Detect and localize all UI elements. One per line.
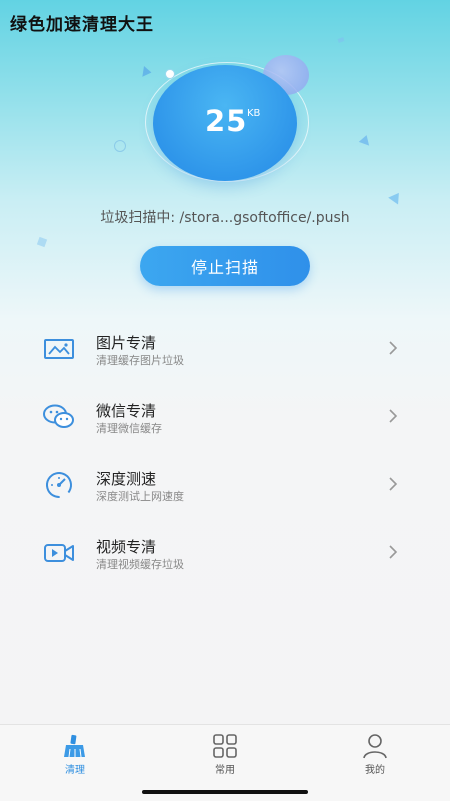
wechat-icon [43, 404, 74, 428]
feature-item-image-clean[interactable]: 图片专清 清理缓存图片垃圾 [0, 314, 450, 382]
grid-icon [213, 734, 237, 758]
feature-subtitle: 清理微信缓存 [96, 422, 162, 435]
feature-title: 微信专清 [96, 402, 157, 420]
app-title: 绿色加速清理大王 [10, 15, 154, 35]
decor-shard [337, 37, 345, 43]
chevron-right-icon [389, 341, 398, 355]
video-icon [44, 544, 74, 562]
speedometer-icon [46, 472, 72, 498]
decor-shard [138, 64, 152, 77]
junk-size-unit: KB [247, 108, 261, 119]
tab-mine[interactable]: 我的 [300, 725, 450, 785]
decor-shard [358, 133, 373, 146]
feature-subtitle: 清理缓存图片垃圾 [96, 354, 184, 367]
scan-status-text: 垃圾扫描中: /stora...gsoftoffice/.push [100, 210, 350, 226]
home-indicator [142, 790, 308, 794]
tab-common[interactable]: 常用 [150, 725, 300, 785]
chevron-right-icon [389, 409, 398, 423]
feature-subtitle: 清理视频缓存垃圾 [96, 558, 184, 571]
stop-scan-button[interactable]: 停止扫描 [140, 246, 310, 286]
user-icon [363, 734, 387, 759]
feature-title: 深度测速 [96, 470, 157, 488]
feature-title: 图片专清 [96, 334, 157, 352]
tab-label: 常用 [215, 765, 235, 776]
decor-shard [36, 236, 48, 248]
feature-item-speed-test[interactable]: 深度测速 深度测试上网速度 [0, 450, 450, 518]
tab-label: 我的 [365, 765, 385, 776]
chevron-right-icon [389, 477, 398, 491]
feature-item-video-clean[interactable]: 视频专清 清理视频缓存垃圾 [0, 518, 450, 586]
broom-icon [64, 734, 85, 758]
image-icon [44, 339, 74, 359]
chevron-right-icon [389, 545, 398, 559]
feature-subtitle: 深度测试上网速度 [96, 490, 184, 503]
feature-item-wechat-clean[interactable]: 微信专清 清理微信缓存 [0, 382, 450, 450]
decor-bubble [114, 140, 126, 152]
feature-title: 视频专清 [96, 538, 157, 556]
junk-size-value: 25 [205, 104, 248, 138]
tab-label: 清理 [65, 765, 85, 776]
decor-shard [388, 189, 404, 205]
feature-list: 图片专清 清理缓存图片垃圾 微信专清 清理微信缓存 深度测速 深度测试上网速度 … [0, 314, 450, 586]
tab-clean[interactable]: 清理 [0, 725, 150, 785]
scan-orbit-dot [165, 69, 175, 79]
